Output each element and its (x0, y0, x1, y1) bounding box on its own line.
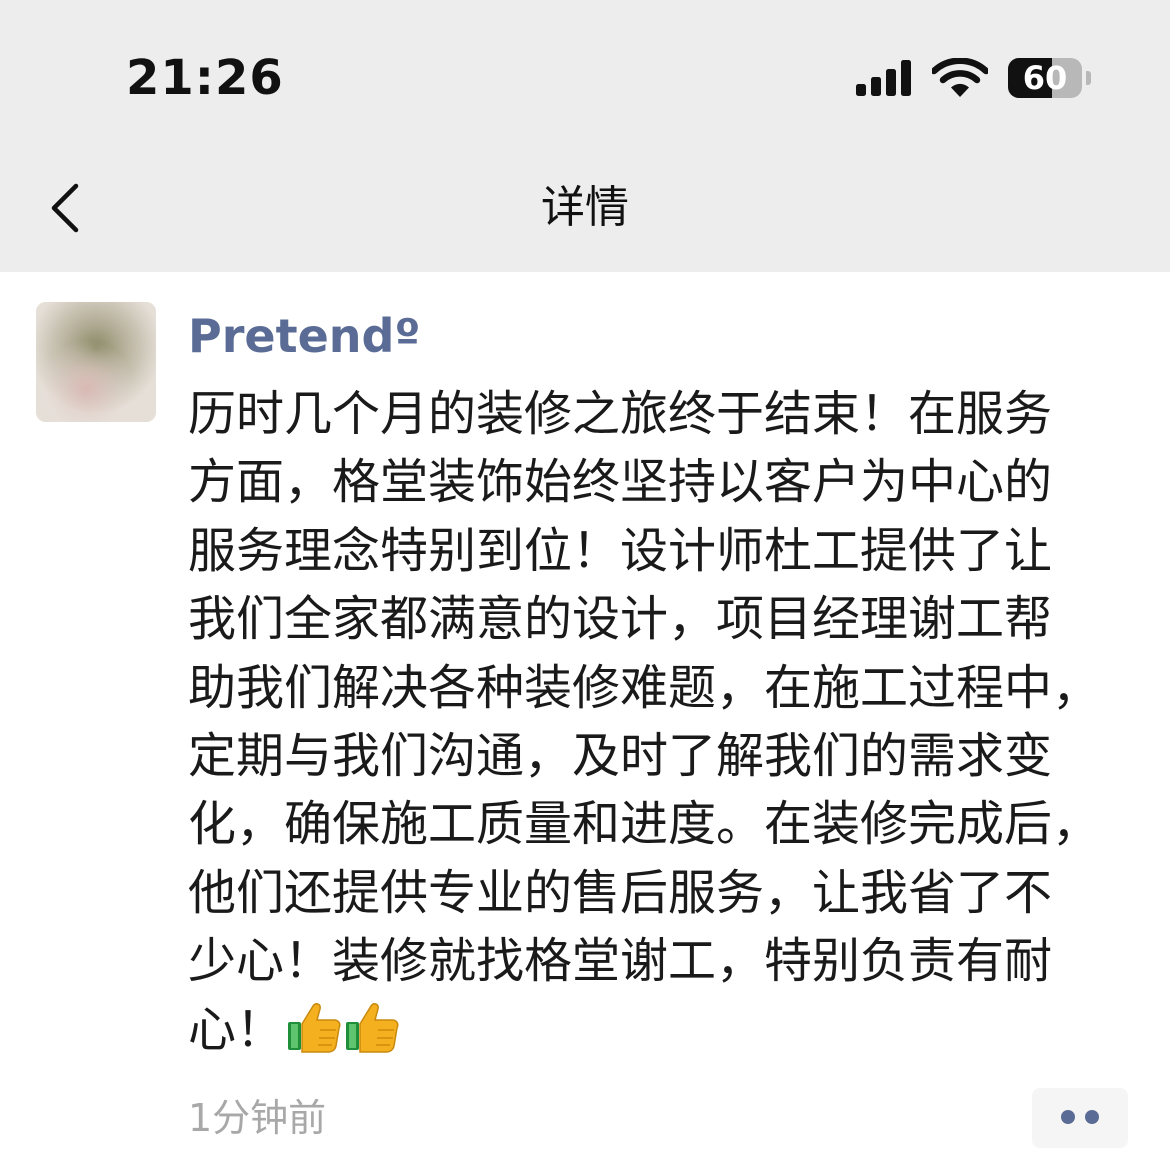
cellular-signal-icon (856, 60, 911, 96)
avatar-image (36, 302, 156, 422)
wifi-icon (932, 58, 988, 97)
post-line: 定期与我们沟通，及时了解我们的需求变 (188, 727, 1053, 784)
post-line: 方面，格堂装饰始终坚持以客户为中心的 (188, 454, 1053, 511)
avatar[interactable] (36, 302, 156, 422)
post-content: 历时几个月的装修之旅终于结束！在服务 方面，格堂装饰始终坚持以客户为中心的 服务… (188, 380, 1128, 1064)
status-time: 21:26 (126, 50, 284, 106)
post-line: 少心！装修就找格堂谢工，特别负责有耐 (188, 933, 1053, 990)
post-line: 我们全家都满意的设计，项目经理谢工帮 (188, 591, 1053, 648)
more-options-button[interactable] (1032, 1088, 1128, 1148)
post-timestamp: 1分钟前 (188, 1096, 327, 1140)
battery-cap (1086, 71, 1091, 85)
post-line: 历时几个月的装修之旅终于结束！在服务 (188, 386, 1053, 442)
post-line: 助我们解决各种装修难题，在施工过程中， (188, 659, 1101, 716)
post-line: 服务理念特别到位！设计师杜工提供了让 (188, 522, 1053, 579)
thumbs-up-icon (346, 1002, 399, 1053)
top-bar: 21:26 60 详情 (0, 0, 1170, 272)
post-username[interactable]: Pretendº (188, 306, 420, 366)
post-line: 他们还提供专业的售后服务，让我省了不 (188, 864, 1053, 921)
post-line-last: 心！ (188, 996, 1128, 1064)
page-title: 详情 (541, 182, 629, 233)
thumbs-up-icon (288, 1002, 341, 1053)
more-dots-icon (1061, 1110, 1075, 1124)
moments-detail-screen: 21:26 60 详情 Pretendº 历时几个月的装修之旅终于结束！在服务 … (0, 0, 1170, 1164)
battery-level: 60 (1022, 59, 1068, 97)
post-line: 化，确保施工质量和进度。在装修完成后， (188, 796, 1101, 853)
more-dots-icon (1085, 1110, 1099, 1124)
post-line-text: 心！ (188, 1001, 285, 1058)
battery-indicator: 60 (1008, 58, 1092, 100)
battery-body: 60 (1008, 58, 1082, 98)
